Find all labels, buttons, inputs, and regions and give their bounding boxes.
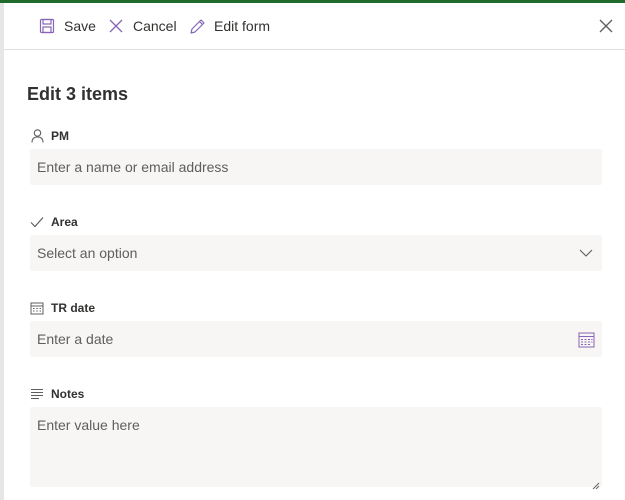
pm-placeholder: Enter a name or email address [37,159,229,175]
pm-label-text: PM [51,129,69,143]
command-bar: Save Cancel Edit form [4,3,625,50]
checkmark-icon [30,215,44,229]
cancel-label: Cancel [133,18,177,34]
tr-date-placeholder: Enter a date [37,331,114,347]
save-icon [38,17,56,35]
save-label: Save [64,18,96,34]
save-button[interactable]: Save [38,10,104,42]
calendar-picker-icon[interactable] [577,330,595,348]
notes-textarea[interactable]: Enter value here [30,407,602,490]
area-label-text: Area [51,215,78,229]
tr-date-label-text: TR date [51,301,96,315]
pm-people-picker[interactable]: Enter a name or email address [30,149,602,185]
notes-placeholder: Enter value here [37,417,140,433]
cancel-icon [107,17,125,35]
resize-handle[interactable] [592,477,600,490]
calendar-icon [30,301,44,315]
panel-title: Edit 3 items [27,84,129,104]
edit-form-button[interactable]: Edit form [188,10,278,42]
notes-field-label: Notes [30,385,84,403]
chevron-down-icon [577,244,595,262]
notes-label-text: Notes [51,387,85,401]
close-icon [599,19,613,33]
edit-form-label: Edit form [214,18,271,34]
cancel-button[interactable]: Cancel [107,10,185,42]
person-icon [30,129,44,143]
area-placeholder: Select an option [37,245,138,261]
tr-date-picker[interactable]: Enter a date [30,321,602,357]
area-dropdown[interactable]: Select an option [30,235,602,271]
left-edge-divider [0,3,4,500]
text-lines-icon [30,387,44,401]
area-field-label: Area [30,213,78,231]
close-button[interactable] [598,18,614,34]
pm-field-label: PM [30,127,69,145]
tr-date-field-label: TR date [30,299,95,317]
pencil-icon [188,17,206,35]
